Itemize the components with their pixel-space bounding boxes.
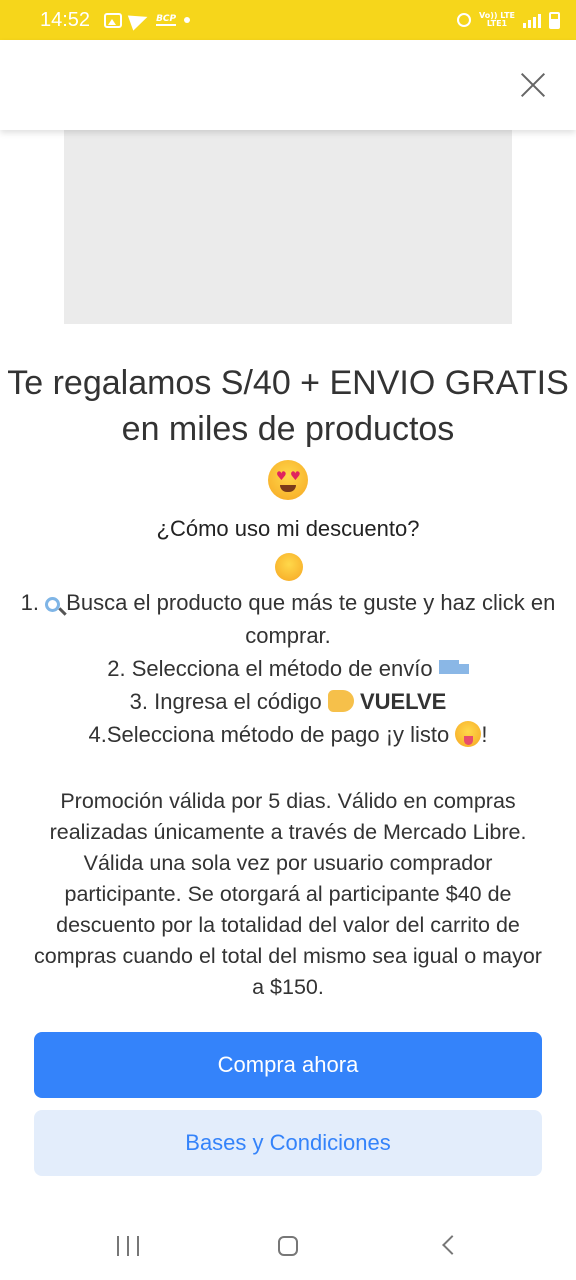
volte-label-bottom: LTE1 xyxy=(486,19,508,28)
status-left-icons: BCP xyxy=(104,9,191,31)
step-1-text: Busca el producto que más te guste y haz… xyxy=(66,590,556,648)
step-1: 1. Busca el producto que más te guste y … xyxy=(0,586,576,652)
pointing-hand-icon xyxy=(327,690,354,712)
promo-banner-image xyxy=(64,130,512,324)
truck-icon xyxy=(438,660,469,678)
step-4-text: 4.Selecciona método de pago ¡y listo xyxy=(88,722,450,747)
magnifier-icon xyxy=(45,597,61,612)
dot-icon xyxy=(184,17,191,23)
gallery-icon xyxy=(104,12,123,28)
promo-code: VUELVE xyxy=(359,689,447,714)
battery-icon xyxy=(549,11,560,29)
step-3-text: 3. Ingresa el código xyxy=(129,689,322,714)
status-bar: 14:52 BCP Vo)) LTE LTE1 xyxy=(0,0,576,40)
modal-header xyxy=(0,40,576,130)
step-3: 3. Ingresa el código VUELVE xyxy=(0,685,576,718)
signal-icon xyxy=(523,12,541,28)
promo-title: Te regalamos S/40 + ENVIO GRATIS en mile… xyxy=(7,364,569,448)
emoji-mouth xyxy=(280,485,296,492)
alarm-icon xyxy=(456,13,471,27)
volte-icon: Vo)) LTE LTE1 xyxy=(479,12,515,28)
steps-list: 1. Busca el producto que más te guste y … xyxy=(0,586,576,751)
status-time: 14:52 xyxy=(40,8,91,31)
heart-eye-left: ♥ xyxy=(276,469,287,483)
status-right-icons: Vo)) LTE LTE1 xyxy=(456,11,560,29)
system-nav-bar xyxy=(0,1212,576,1280)
telegram-icon xyxy=(127,9,151,31)
thinking-emoji xyxy=(275,553,303,581)
bcp-icon: BCP xyxy=(156,14,177,26)
step-4-suffix: ! xyxy=(481,722,488,747)
back-icon[interactable] xyxy=(442,1235,462,1255)
close-icon[interactable] xyxy=(520,72,546,98)
step-1-number: 1. xyxy=(20,590,40,615)
step-4: 4.Selecciona método de pago ¡y listo ! xyxy=(0,718,576,751)
step-2-text: 2. Selecciona el método de envío xyxy=(107,656,433,681)
home-icon[interactable] xyxy=(278,1236,298,1256)
step-2: 2. Selecciona el método de envío xyxy=(0,652,576,685)
terms-conditions-button[interactable]: Bases y Condiciones xyxy=(34,1110,542,1176)
promo-terms: Promoción válida por 5 dias. Válido en c… xyxy=(34,789,542,999)
buy-now-button[interactable]: Compra ahora xyxy=(34,1032,542,1098)
recent-apps-icon[interactable] xyxy=(117,1236,139,1256)
winking-tongue-emoji xyxy=(455,721,482,747)
heart-eye-right: ♥ xyxy=(290,469,301,483)
heart-eyes-emoji: ♥ ♥ xyxy=(268,460,308,500)
how-to-heading: ¿Cómo uso mi descuento? xyxy=(156,516,420,541)
